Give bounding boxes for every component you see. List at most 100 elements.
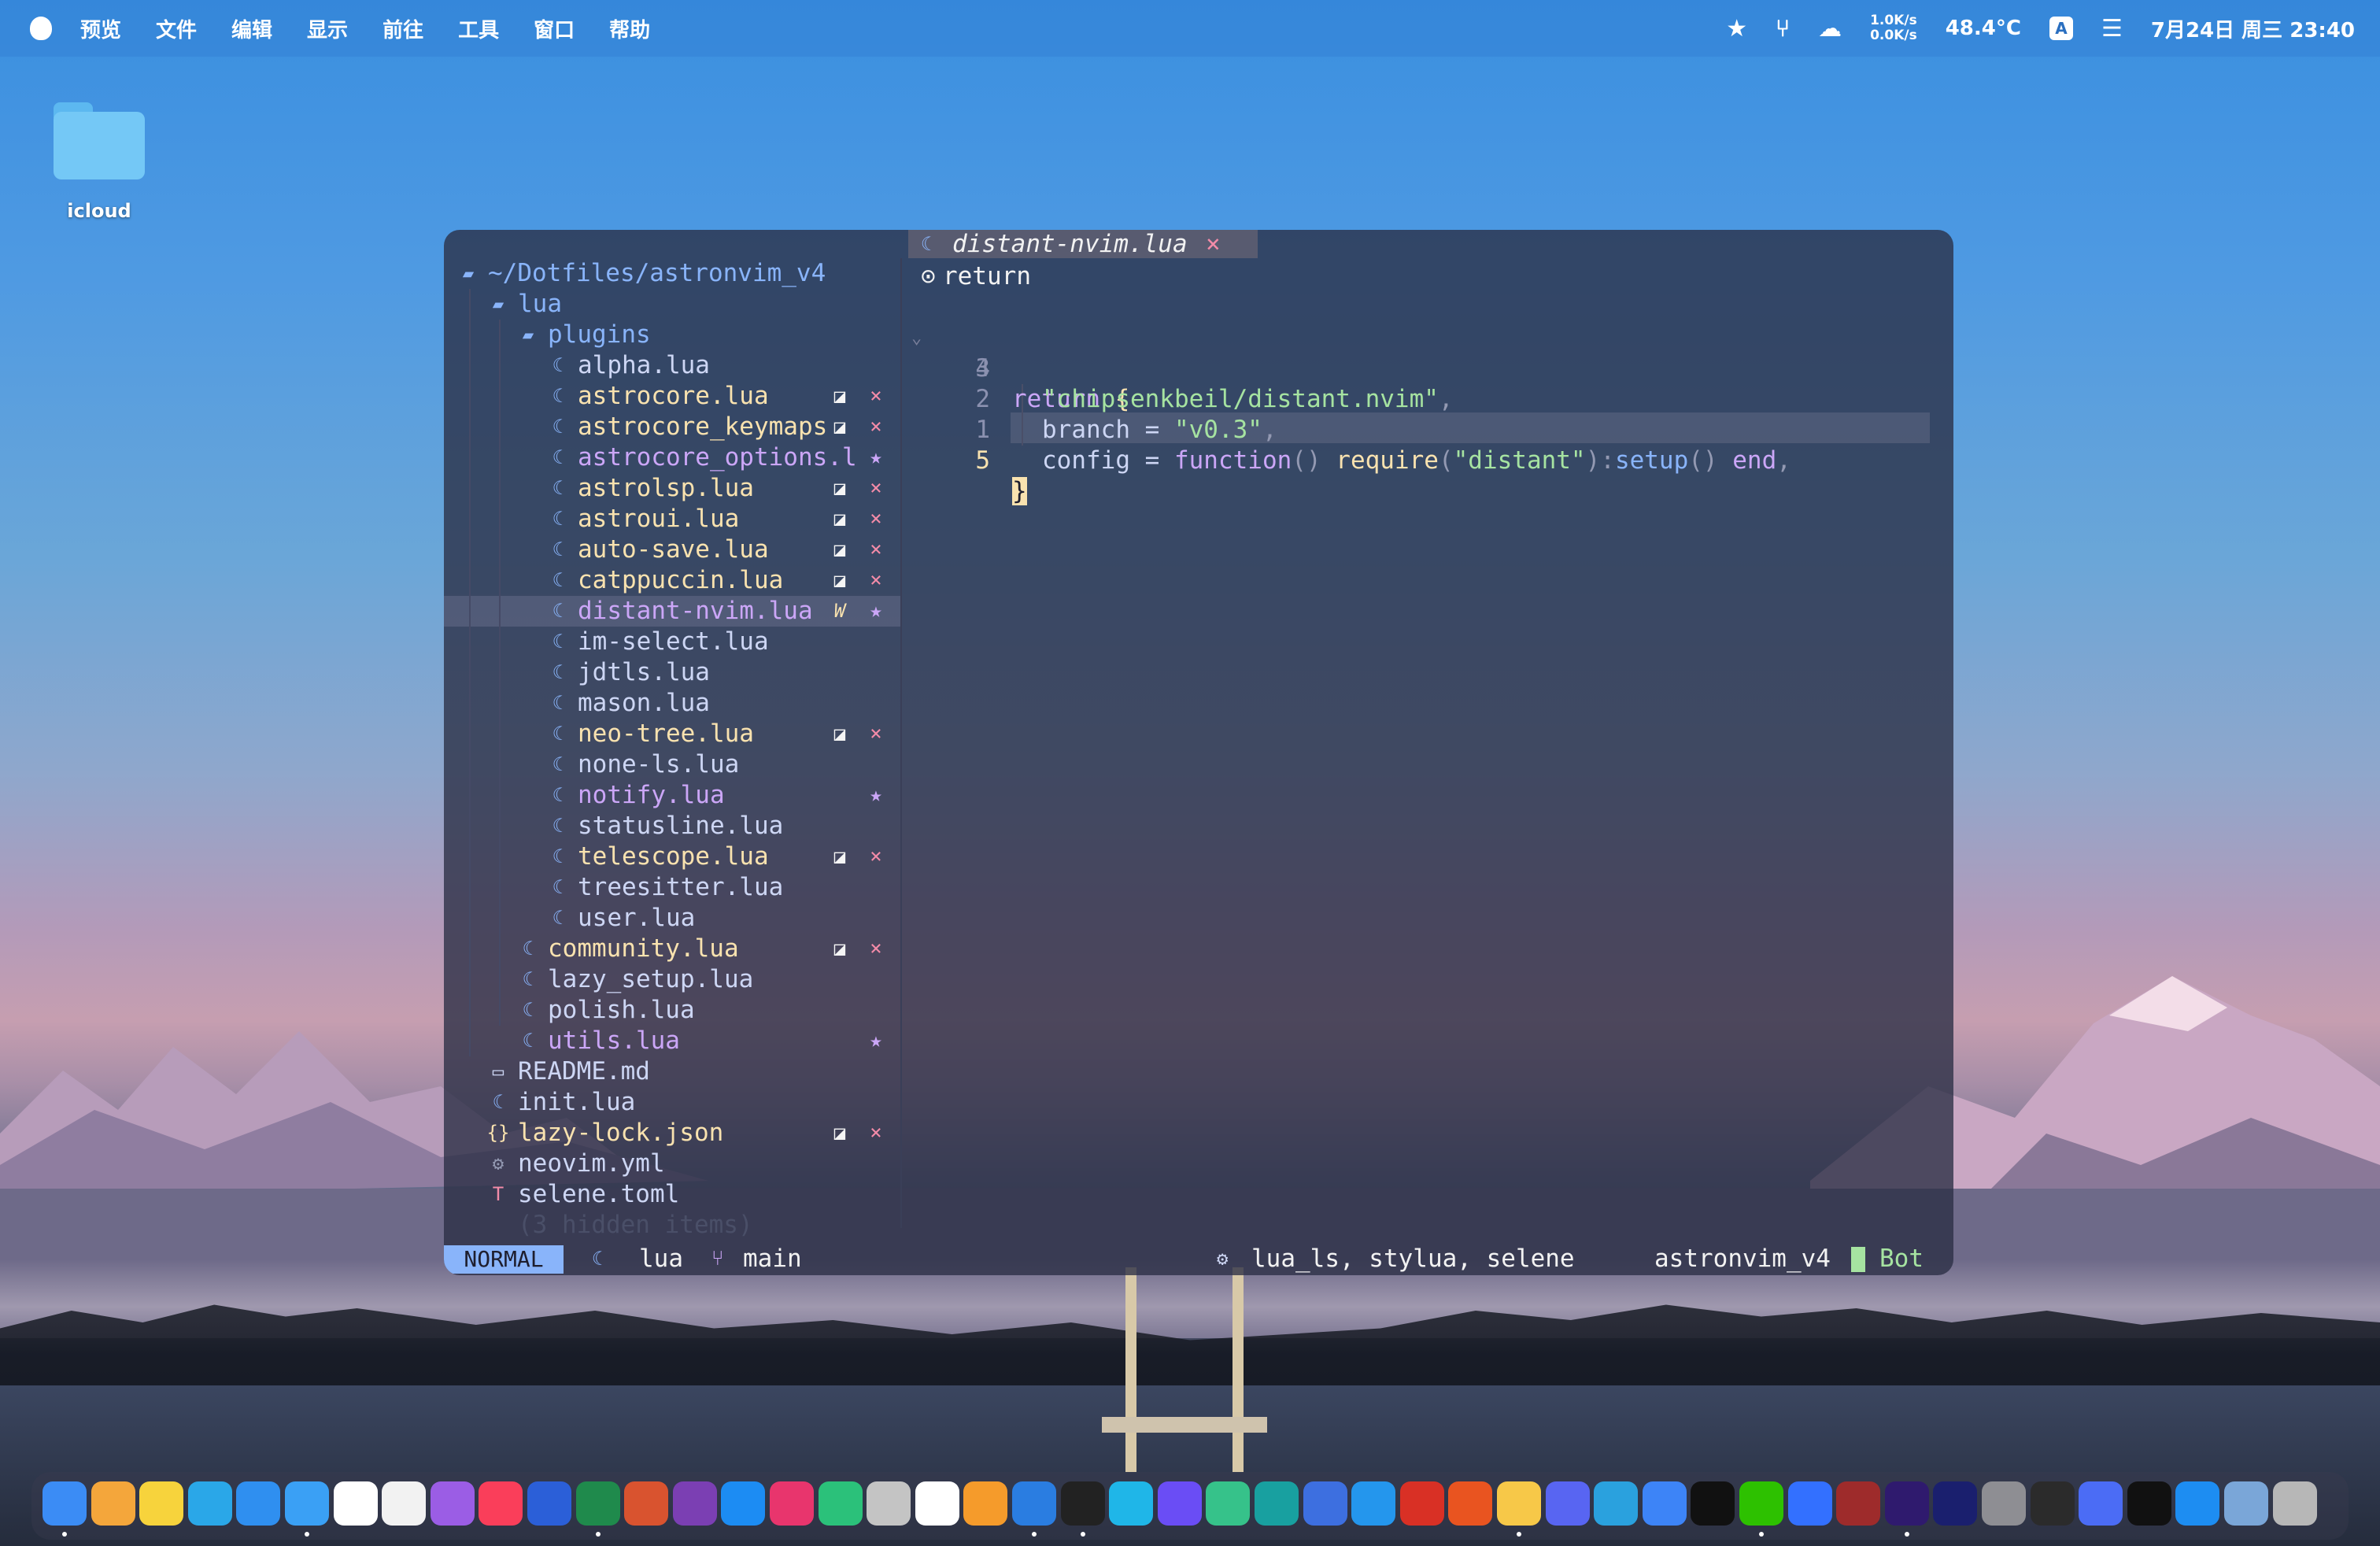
zotero-icon[interactable] [1399, 1481, 1444, 1526]
explorer-file[interactable]: (3 hidden items) [444, 1210, 902, 1241]
stacks-icon[interactable] [1303, 1481, 1347, 1526]
explorer-file[interactable]: ☾ polish.lua [444, 995, 902, 1026]
preview-icon[interactable] [2224, 1481, 2268, 1526]
cpu-temperature[interactable]: 48.4°C [1946, 17, 2021, 40]
star-icon[interactable]: ★ [1726, 15, 1747, 43]
podcasts-icon[interactable] [430, 1481, 475, 1526]
explorer-file[interactable]: ☾ statusline.lua [444, 811, 902, 841]
explorer-file[interactable]: ☾ astrocore_keymaps ◪ × [444, 412, 902, 442]
explorer-file[interactable]: ☾ astrocore.lua ◪ × [444, 381, 902, 412]
apple-menu-icon[interactable] [30, 17, 52, 40]
github-icon[interactable] [2127, 1481, 2171, 1526]
activity-monitor-icon[interactable] [2030, 1481, 2075, 1526]
powerpoint-icon[interactable] [624, 1481, 669, 1526]
xcode-icon[interactable] [2175, 1481, 2220, 1526]
explorer-file[interactable]: ☾ astrocore_options.l ★ [444, 442, 902, 473]
todesk-icon[interactable] [1109, 1481, 1154, 1526]
cloud-icon[interactable]: ☁ [1818, 15, 1842, 43]
control-center-icon[interactable]: ☰ [2101, 15, 2123, 43]
typora-icon[interactable] [1836, 1481, 1881, 1526]
discord-icon[interactable] [1545, 1481, 1590, 1526]
notes-icon[interactable] [139, 1481, 184, 1526]
explorer-file[interactable]: ☾ init.lua [444, 1087, 902, 1118]
word-icon[interactable] [527, 1481, 571, 1526]
explorer-file[interactable]: ☾ mason.lua [444, 688, 902, 719]
explorer-file[interactable]: ☾ lazy_setup.lua [444, 964, 902, 995]
explorer-file[interactable]: ☾ treesitter.lua [444, 872, 902, 903]
explorer-file[interactable]: ⚙ neovim.yml [444, 1148, 902, 1179]
qq-icon[interactable] [1691, 1481, 1735, 1526]
notion-icon[interactable] [915, 1481, 959, 1526]
dictionary-icon[interactable] [867, 1481, 911, 1526]
vscode-icon[interactable] [1012, 1481, 1056, 1526]
explorer-file[interactable]: ☾ astroui.lua ◪ × [444, 504, 902, 534]
shortcuts-icon[interactable] [2079, 1481, 2123, 1526]
wechat-icon[interactable] [1739, 1481, 1783, 1526]
spark-icon[interactable] [1642, 1481, 1687, 1526]
multipass-icon[interactable] [1448, 1481, 1493, 1526]
safari-icon[interactable] [236, 1481, 281, 1526]
explorer-file[interactable]: ☾ notify.lua ★ [444, 780, 902, 811]
onenote-icon[interactable] [672, 1481, 717, 1526]
pycharm-icon[interactable] [818, 1481, 863, 1526]
system-settings-icon[interactable] [1982, 1481, 2026, 1526]
close-icon[interactable]: × [1206, 230, 1221, 258]
folder-label[interactable]: icloud [31, 200, 167, 222]
fork-icon[interactable]: ⑂ [1776, 15, 1790, 43]
edge-icon[interactable] [187, 1481, 232, 1526]
explorer-file[interactable]: ☾ im-select.lua [444, 627, 902, 657]
explorer-file[interactable]: Tselene.toml [444, 1179, 902, 1210]
explorer-file[interactable]: ☾ auto-save.lua ◪ × [444, 534, 902, 565]
menu-help[interactable]: 帮助 [609, 14, 650, 43]
telegram-icon[interactable] [1594, 1481, 1639, 1526]
intellij-icon[interactable] [770, 1481, 814, 1526]
menu-view[interactable]: 显示 [307, 14, 348, 43]
code-line[interactable]: 1 config = function() require("distant")… [908, 384, 1931, 475]
explorer-file[interactable]: ☾ astrolsp.lua ◪ × [444, 473, 902, 504]
menu-edit[interactable]: 编辑 [231, 14, 272, 43]
warp-icon[interactable] [1157, 1481, 1202, 1526]
terminal-window[interactable]: ▰ ~/Dotfiles/astronvim_v4 ▰ lua ▰ plugins ☾ a… [444, 230, 1953, 1275]
explorer-file[interactable]: ☾ catppuccin.lua ◪ × [444, 565, 902, 596]
menu-file[interactable]: 文件 [156, 14, 197, 43]
code-line[interactable]: ⌄ 4 return { [908, 292, 1931, 413]
explorer-file[interactable]: ☾ jdtls.lua [444, 657, 902, 688]
menu-tools[interactable]: 工具 [458, 14, 499, 43]
gitkraken-icon[interactable] [1255, 1481, 1299, 1526]
code-line[interactable]: 2 branch = "v0.3", [908, 353, 1931, 444]
explorer-folder[interactable]: ▰ plugins [444, 320, 902, 350]
after-effects-icon[interactable] [1933, 1481, 1978, 1526]
folder-icon[interactable] [50, 99, 148, 181]
buffer-tab[interactable]: ☾ distant-nvim.lua × [908, 230, 1258, 258]
explorer-file[interactable]: ☾ community.lua ◪ × [444, 934, 902, 964]
explorer-file[interactable]: ☾ alpha.lua [444, 350, 902, 381]
explorer-file[interactable]: ☾ telescope.lua ◪ × [444, 841, 902, 872]
network-speed[interactable]: 1.0K/s 0.0K/s [1870, 13, 1917, 43]
explorer-file[interactable]: ☾ utils.lua ★ [444, 1026, 902, 1056]
explorer-file[interactable]: ☾ distant-nvim.lua W ★ [444, 596, 902, 627]
code-line[interactable]: 5 } [908, 415, 1931, 505]
file-explorer[interactable]: ▰ ~/Dotfiles/astronvim_v4 ▰ lua ▰ plugins ☾ a… [444, 258, 902, 1239]
text-editor-icon[interactable] [1206, 1481, 1251, 1526]
app-store-icon[interactable] [721, 1481, 766, 1526]
explorer-file[interactable]: ▭ README.md [444, 1056, 902, 1087]
reminders-icon[interactable] [382, 1481, 427, 1526]
paw-icon[interactable] [1497, 1481, 1541, 1526]
finder-icon[interactable] [42, 1481, 87, 1526]
music-icon[interactable] [479, 1481, 523, 1526]
input-method-icon[interactable]: A [2049, 17, 2073, 40]
trash-icon[interactable] [2272, 1481, 2317, 1526]
feishu-icon[interactable] [1787, 1481, 1832, 1526]
explorer-file[interactable]: ☾ none-ls.lua [444, 749, 902, 780]
explorer-file[interactable]: {} lazy-lock.json ◪ × [444, 1118, 902, 1148]
docker-icon[interactable] [1351, 1481, 1396, 1526]
sublime-icon[interactable] [963, 1481, 1008, 1526]
excel-icon[interactable] [575, 1481, 620, 1526]
code-line[interactable]: 3 "chipsenkbeil/distant.nvim", [908, 323, 1931, 413]
terminal-icon[interactable] [1060, 1481, 1105, 1526]
mail-icon[interactable] [285, 1481, 329, 1526]
menu-preview[interactable]: 预览 [80, 14, 121, 43]
launchpad-icon[interactable] [91, 1481, 135, 1526]
explorer-file[interactable]: ☾ user.lua [444, 903, 902, 934]
explorer-folder[interactable]: ▰ lua [444, 289, 902, 320]
